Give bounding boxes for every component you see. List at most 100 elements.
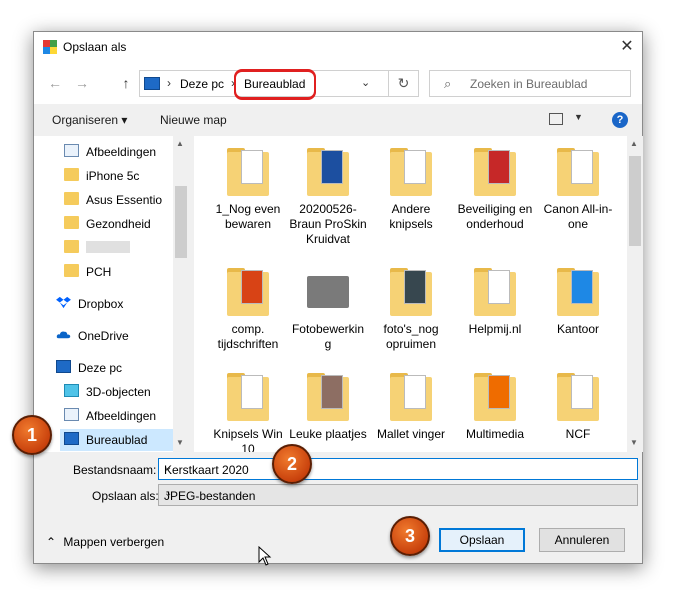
search-icon: ⌕ (444, 76, 452, 91)
search-placeholder: Zoeken in Bureaublad (470, 77, 588, 91)
scroll-up-icon[interactable]: ▲ (176, 139, 184, 148)
sidebar-item-iphone[interactable]: iPhone 5c 📌 (64, 165, 189, 187)
folder-icon (474, 266, 516, 316)
sidebar-item-deze-pc[interactable]: Deze pc (56, 357, 189, 379)
files-scrollbar[interactable]: ▲ ▼ (627, 136, 643, 452)
view-options-icon[interactable] (549, 113, 563, 125)
pictures-icon (64, 408, 79, 421)
onedrive-icon (56, 331, 71, 339)
title-bar: Opslaan als ✕ (34, 32, 642, 62)
sidebar-scrollbar[interactable]: ▲ ▼ (173, 136, 189, 452)
mouse-cursor-icon (258, 546, 272, 566)
filename-label: Bestandsnaam: (73, 463, 157, 477)
save-button[interactable]: Opslaan (439, 528, 525, 552)
folder-icon (390, 146, 432, 196)
sidebar-item-3d-objecten[interactable]: 3D-objecten (64, 381, 189, 403)
refresh-button[interactable]: ↻ (388, 71, 418, 96)
file-type-select[interactable]: JPEG-bestanden ⌄ (158, 484, 638, 506)
chevron-down-icon[interactable]: ⌄ (361, 76, 370, 89)
filename-input[interactable]: Kerstkaart 2020 ⌄ (158, 458, 638, 480)
folder-icon (64, 192, 79, 205)
breadcrumb-deze-pc[interactable]: Deze pc (180, 77, 224, 91)
scrollbar-thumb[interactable] (629, 156, 641, 246)
chevron-down-icon[interactable]: ⌄ (164, 462, 633, 473)
organise-button[interactable]: Organiseren ▾ (52, 113, 127, 127)
file-item[interactable]: 20200526-Braun ProSkin Kruidvat (289, 146, 367, 247)
file-item[interactable]: Canon All-in-one (539, 146, 617, 232)
sidebar-item-blurred[interactable] (64, 237, 189, 259)
3d-objects-icon (64, 384, 79, 397)
folder-icon (64, 240, 79, 253)
up-button[interactable]: ↑ (115, 75, 137, 93)
toolbar: Organiseren ▾ Nieuwe map ▼ ? (34, 104, 642, 136)
file-item[interactable]: Fotobewerking (289, 266, 367, 352)
sidebar-item-gezondheid[interactable]: Gezondheid (64, 213, 189, 235)
cancel-button[interactable]: Annuleren (539, 528, 625, 552)
file-item[interactable]: 1_Nog even bewaren (209, 146, 287, 232)
folder-icon (557, 266, 599, 316)
step-badge-2: 2 (272, 444, 312, 484)
dropbox-icon (56, 296, 71, 309)
sidebar-item-dropbox[interactable]: Dropbox (56, 293, 189, 315)
navigation-bar: ← → ↑ › Deze pc › Bureaublad ⌄ ↻ ⌕ Zoeke… (34, 62, 642, 104)
forward-button[interactable]: → (71, 75, 93, 93)
file-item[interactable]: NCF (539, 371, 617, 442)
file-item[interactable]: Helpmij.nl (456, 266, 534, 337)
help-button[interactable]: ? (612, 112, 628, 128)
file-item[interactable]: Beveiliging en onderhoud (456, 146, 534, 232)
camera-icon (307, 266, 349, 316)
folder-icon (307, 371, 349, 421)
scroll-down-icon[interactable]: ▼ (630, 438, 638, 447)
file-item[interactable]: foto's_nog opruimen (372, 266, 450, 352)
file-list: 1_Nog even bewaren 20200526-Braun ProSki… (194, 136, 627, 452)
window-title: Opslaan als (63, 40, 127, 54)
file-item[interactable]: Mallet vinger (372, 371, 450, 442)
folder-icon (227, 371, 269, 421)
folder-icon (390, 266, 432, 316)
save-as-type-label: Opslaan als: (92, 489, 159, 503)
chevron-down-icon[interactable]: ⌄ (164, 488, 633, 499)
pc-icon (144, 77, 160, 90)
paint-app-icon (43, 40, 57, 54)
scrollbar-thumb[interactable] (175, 186, 187, 258)
chevron-up-icon: ⌃ (46, 535, 57, 549)
folder-icon (64, 168, 79, 181)
chevron-right-icon[interactable]: › (167, 76, 171, 90)
folder-icon (227, 146, 269, 196)
step-badge-3: 3 (390, 516, 430, 556)
sidebar-item-bureaublad[interactable]: Bureaublad (60, 429, 173, 451)
navigation-pane: Afbeeldingen 📌 iPhone 5c 📌 Asus Essentio… (34, 136, 189, 452)
file-item[interactable]: Kantoor (539, 266, 617, 337)
search-input[interactable]: ⌕ Zoeken in Bureaublad (429, 70, 631, 97)
file-item[interactable]: Knipsels Win 10 (209, 371, 287, 452)
sidebar-item-afbeeldingen[interactable]: Afbeeldingen 📌 (64, 141, 189, 163)
folder-icon (557, 371, 599, 421)
file-item[interactable]: comp. tijdschriften (209, 266, 287, 352)
save-as-dialog: Opslaan als ✕ ← → ↑ › Deze pc › Bureaubl… (33, 31, 643, 564)
desktop-icon (64, 432, 79, 445)
breadcrumb-highlight-ring (234, 69, 316, 99)
pc-icon (56, 360, 71, 373)
folder-icon (64, 264, 79, 277)
file-item[interactable]: Multimedia (456, 371, 534, 442)
folder-icon (474, 146, 516, 196)
hide-folders-toggle[interactable]: ⌃ Mappen verbergen (46, 535, 164, 549)
close-button[interactable]: ✕ (612, 32, 642, 62)
pictures-icon (64, 144, 79, 157)
sidebar-item-onedrive[interactable]: OneDrive (56, 325, 189, 347)
view-dropdown-icon[interactable]: ▼ (574, 112, 583, 122)
step-badge-1: 1 (12, 415, 52, 455)
sidebar-item-pch[interactable]: PCH (64, 261, 189, 283)
file-item[interactable]: Andere knipsels (372, 146, 450, 232)
new-folder-button[interactable]: Nieuwe map (160, 113, 227, 127)
folder-icon (307, 146, 349, 196)
scroll-up-icon[interactable]: ▲ (630, 139, 638, 148)
folder-icon (227, 266, 269, 316)
back-button[interactable]: ← (44, 75, 66, 93)
sidebar-item-asus[interactable]: Asus Essentio (64, 189, 189, 211)
folder-icon (474, 371, 516, 421)
folder-icon (390, 371, 432, 421)
scroll-down-icon[interactable]: ▼ (176, 438, 184, 447)
sidebar-item-afbeeldingen-pc[interactable]: Afbeeldingen (64, 405, 189, 427)
file-item[interactable]: Leuke plaatjes (289, 371, 367, 442)
